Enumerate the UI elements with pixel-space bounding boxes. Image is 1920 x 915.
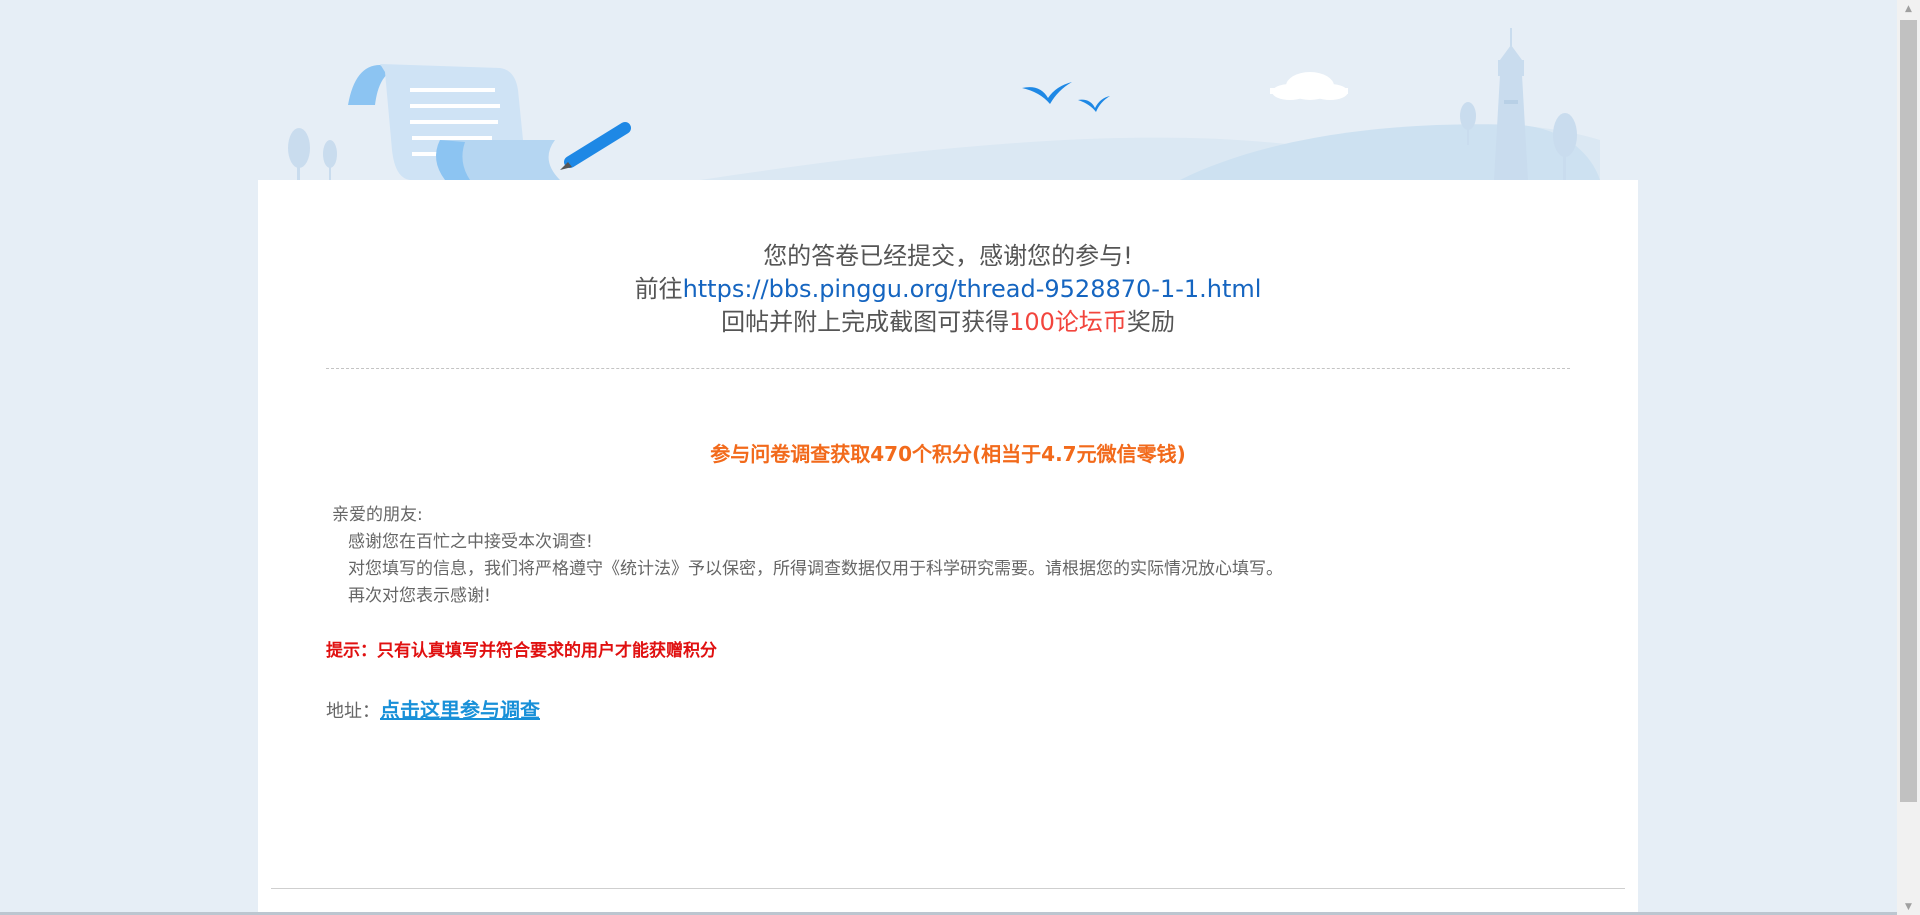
- header-banner: [0, 0, 1897, 180]
- thank-you-text: 您的答卷已经提交，感谢您的参与!: [763, 242, 1133, 270]
- survey-title: 参与问卷调查获取470个积分(相当于4.7元微信零钱): [710, 442, 1186, 466]
- reward-line: 回帖并附上完成截图可获得100论坛币奖励: [326, 306, 1570, 339]
- reward-amount: 100论坛币: [1009, 308, 1127, 336]
- goto-line: 前往https://bbs.pinggu.org/thread-9528870-…: [326, 273, 1570, 306]
- bottom-divider: [271, 888, 1625, 889]
- tip-text: 提示：只有认真填写并符合要求的用户才能获赠积分: [326, 641, 717, 661]
- bird-icon: [1022, 82, 1110, 112]
- reward-suffix: 奖励: [1126, 308, 1175, 336]
- result-card: 您的答卷已经提交，感谢您的参与! 前往https://bbs.pinggu.or…: [258, 180, 1638, 915]
- scroll-paper-icon: [348, 64, 560, 180]
- participate-survey-link[interactable]: 点击这里参与调查: [380, 698, 540, 722]
- intro-line: 感谢您在百忙之中接受本次调查!: [348, 532, 593, 552]
- cloud-icon: [1270, 72, 1348, 100]
- tree-icon: [288, 128, 337, 180]
- vertical-scrollbar[interactable]: ▲ ▼: [1897, 0, 1920, 915]
- scrollbar-thumb[interactable]: [1900, 20, 1917, 802]
- dashed-divider: [326, 368, 1570, 369]
- survey-intro: 亲爱的朋友: 感谢您在百忙之中接受本次调查! 对您填写的信息，我们将严格遵守《统…: [332, 502, 1532, 610]
- address-row: 地址：点击这里参与调查: [326, 695, 540, 727]
- intro-line: 再次对您表示感谢!: [348, 586, 491, 606]
- pen-icon: [560, 122, 631, 170]
- thread-link[interactable]: https://bbs.pinggu.org/thread-9528870-1-…: [683, 275, 1262, 303]
- lighthouse-icon: [1494, 28, 1528, 180]
- submission-message: 您的答卷已经提交，感谢您的参与! 前往https://bbs.pinggu.or…: [326, 240, 1570, 339]
- reward-prefix: 回帖并附上完成截图可获得: [721, 308, 1010, 336]
- scroll-up-icon[interactable]: ▲: [1897, 0, 1920, 17]
- greeting: 亲爱的朋友:: [332, 505, 423, 525]
- banner-illustration: [288, 28, 1600, 180]
- scroll-down-icon[interactable]: ▼: [1897, 898, 1920, 915]
- goto-prefix: 前往: [634, 275, 683, 303]
- intro-line: 对您填写的信息，我们将严格遵守《统计法》予以保密，所得调查数据仅用于科学研究需要…: [348, 559, 1283, 579]
- address-label: 地址：: [326, 701, 380, 722]
- page: 您的答卷已经提交，感谢您的参与! 前往https://bbs.pinggu.or…: [0, 0, 1920, 915]
